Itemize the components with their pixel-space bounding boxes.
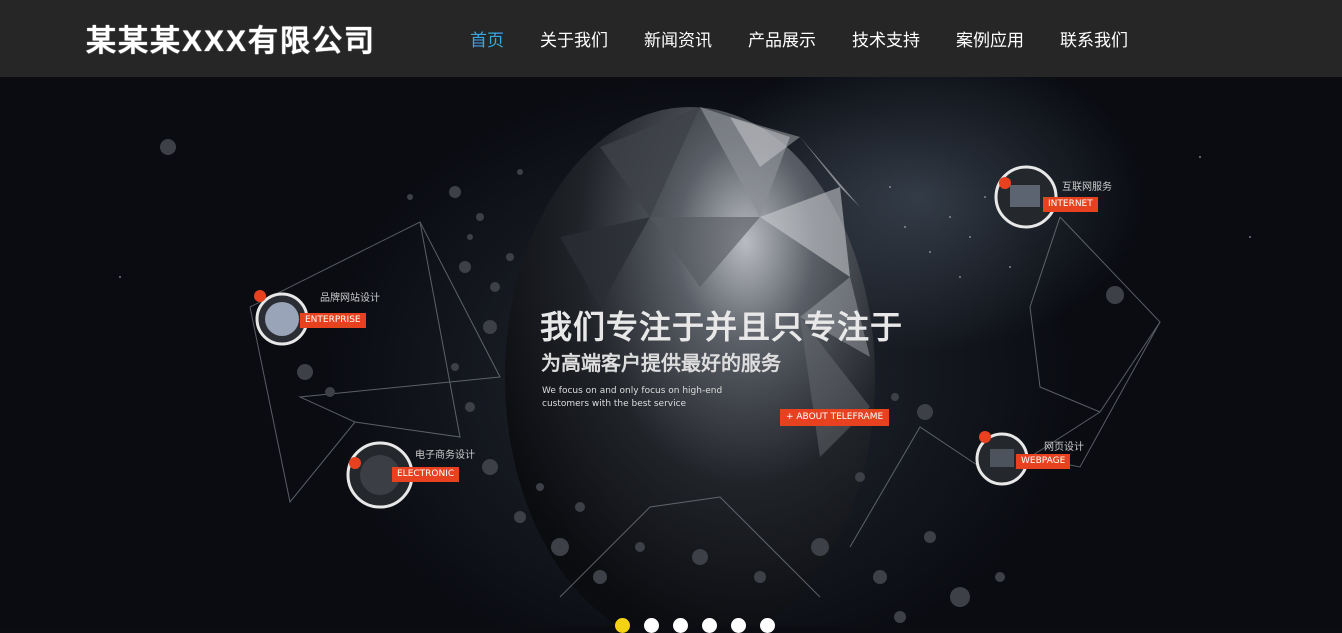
nav-item-home[interactable]: 首页 xyxy=(470,26,504,51)
banner-headline: 我们专注于并且只专注于 xyxy=(540,308,904,346)
site-header: 某某某XXX有限公司 首页 关于我们 新闻资讯 产品展示 技术支持 案例应用 联… xyxy=(0,0,1342,77)
service-internet-tag[interactable]: INTERNET xyxy=(1043,197,1098,212)
service-webpage-tag[interactable]: WEBPAGE xyxy=(1016,454,1071,469)
site-logo[interactable]: 某某某XXX有限公司 xyxy=(86,16,376,60)
service-enterprise-tag[interactable]: ENTERPRISE xyxy=(300,313,366,328)
hero-banner: 我们专注于并且只专注于 为高端客户提供最好的服务 We focus on and… xyxy=(0,77,1342,626)
banner-subline: 为高端客户提供最好的服务 xyxy=(541,351,781,375)
nav-item-about[interactable]: 关于我们 xyxy=(540,26,608,51)
service-electronic-cn: 电子商务设计 xyxy=(415,450,475,461)
nav-item-contact[interactable]: 联系我们 xyxy=(1060,26,1128,51)
nav-item-news[interactable]: 新闻资讯 xyxy=(644,26,712,51)
nav-item-cases[interactable]: 案例应用 xyxy=(956,26,1024,51)
nav-item-products[interactable]: 产品展示 xyxy=(748,26,816,51)
main-nav: 首页 关于我们 新闻资讯 产品展示 技术支持 案例应用 联系我们 xyxy=(452,0,1146,77)
banner-english-description: We focus on and only focus on high-end c… xyxy=(542,386,723,409)
nav-item-support[interactable]: 技术支持 xyxy=(852,26,920,51)
service-enterprise-cn: 品牌网站设计 xyxy=(320,293,380,304)
service-internet-cn: 互联网服务 xyxy=(1062,182,1112,193)
service-webpage-cn: 网页设计 xyxy=(1044,442,1084,453)
about-teleframe-button[interactable]: + ABOUT TELEFRAME xyxy=(780,409,890,426)
service-electronic-tag[interactable]: ELECTRONIC xyxy=(392,467,460,482)
